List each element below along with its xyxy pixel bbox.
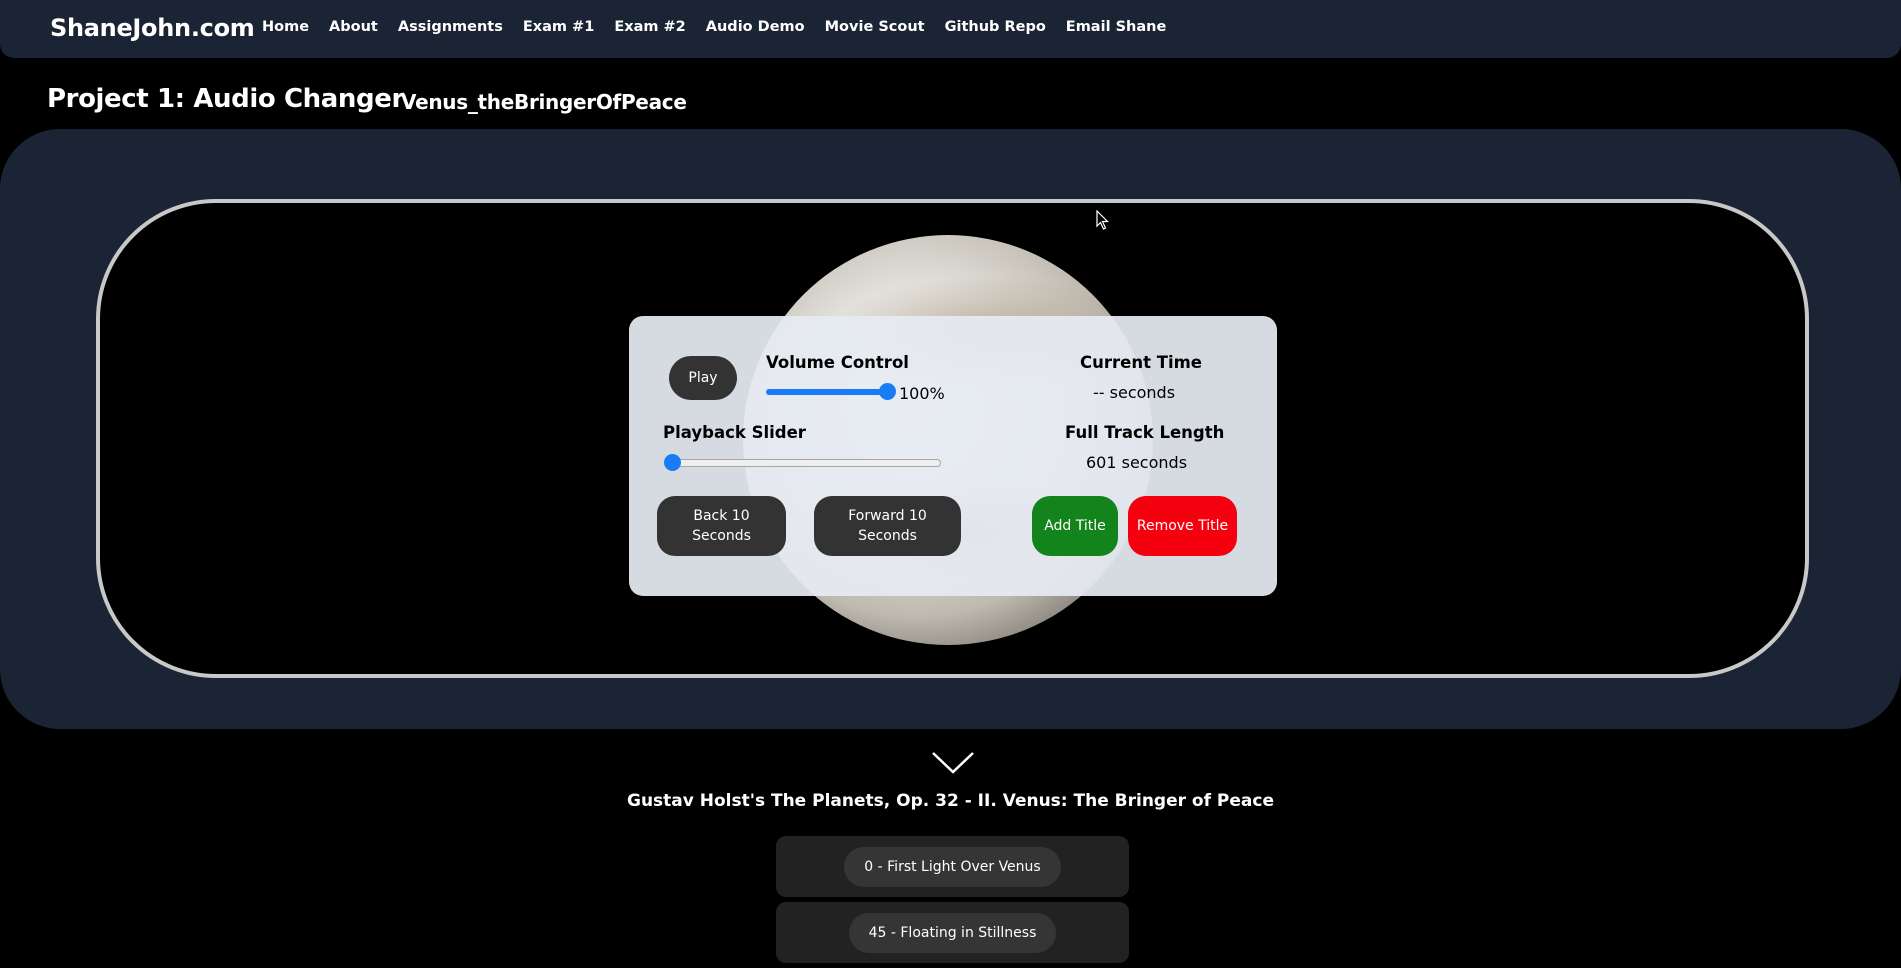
audio-control-card: Play Volume Control 100% Playback Slider… bbox=[629, 316, 1277, 596]
nav-links: Home About Assignments Exam #1 Exam #2 A… bbox=[262, 19, 1186, 35]
track-title-list: 0 - First Light Over Venus 45 - Floating… bbox=[776, 836, 1129, 968]
current-time-value: -- seconds bbox=[1093, 383, 1176, 402]
track-title-button[interactable]: 45 - Floating in Stillness bbox=[848, 912, 1057, 953]
chevron-down-icon[interactable] bbox=[931, 750, 975, 776]
volume-slider-thumb[interactable] bbox=[879, 383, 896, 400]
list-item: 45 - Floating in Stillness bbox=[776, 902, 1129, 963]
volume-slider-track[interactable] bbox=[766, 389, 890, 395]
forward-10-seconds-button[interactable]: Forward 10 Seconds bbox=[814, 496, 961, 556]
nav-link-exam-1[interactable]: Exam #1 bbox=[523, 19, 594, 35]
nav-link-home[interactable]: Home bbox=[262, 19, 309, 35]
remove-title-button[interactable]: Remove Title bbox=[1128, 496, 1237, 556]
playback-slider-label: Playback Slider bbox=[663, 423, 806, 442]
nav-link-audio-demo[interactable]: Audio Demo bbox=[706, 19, 805, 35]
track-title-button[interactable]: 0 - First Light Over Venus bbox=[844, 846, 1061, 887]
volume-control-label: Volume Control bbox=[766, 353, 909, 372]
current-track-name: Venus_theBringerOfPeace bbox=[401, 90, 687, 114]
site-brand[interactable]: ShaneJohn.com bbox=[50, 14, 255, 42]
nav-link-exam-2[interactable]: Exam #2 bbox=[614, 19, 685, 35]
page-title: Project 1: Audio Changer bbox=[47, 84, 404, 114]
top-navbar: ShaneJohn.com Home About Assignments Exa… bbox=[0, 0, 1901, 58]
playback-slider-thumb[interactable] bbox=[664, 454, 681, 471]
nav-link-about[interactable]: About bbox=[329, 19, 378, 35]
nav-link-assignments[interactable]: Assignments bbox=[398, 19, 503, 35]
full-track-length-label: Full Track Length bbox=[1065, 423, 1225, 442]
full-track-length-value: 601 seconds bbox=[1086, 453, 1188, 472]
nav-link-movie-scout[interactable]: Movie Scout bbox=[825, 19, 925, 35]
current-time-label: Current Time bbox=[1080, 353, 1202, 372]
nav-link-email-shane[interactable]: Email Shane bbox=[1066, 19, 1167, 35]
volume-value: 100% bbox=[899, 384, 945, 403]
playback-slider-track[interactable] bbox=[667, 459, 941, 467]
piece-title: Gustav Holst's The Planets, Op. 32 - II.… bbox=[626, 791, 1274, 811]
add-title-button[interactable]: Add Title bbox=[1032, 496, 1118, 556]
mouse-cursor-icon bbox=[1096, 210, 1109, 230]
play-button[interactable]: Play bbox=[669, 356, 737, 400]
nav-link-github-repo[interactable]: Github Repo bbox=[945, 19, 1046, 35]
back-10-seconds-button[interactable]: Back 10 Seconds bbox=[657, 496, 786, 556]
list-item: 0 - First Light Over Venus bbox=[776, 836, 1129, 897]
